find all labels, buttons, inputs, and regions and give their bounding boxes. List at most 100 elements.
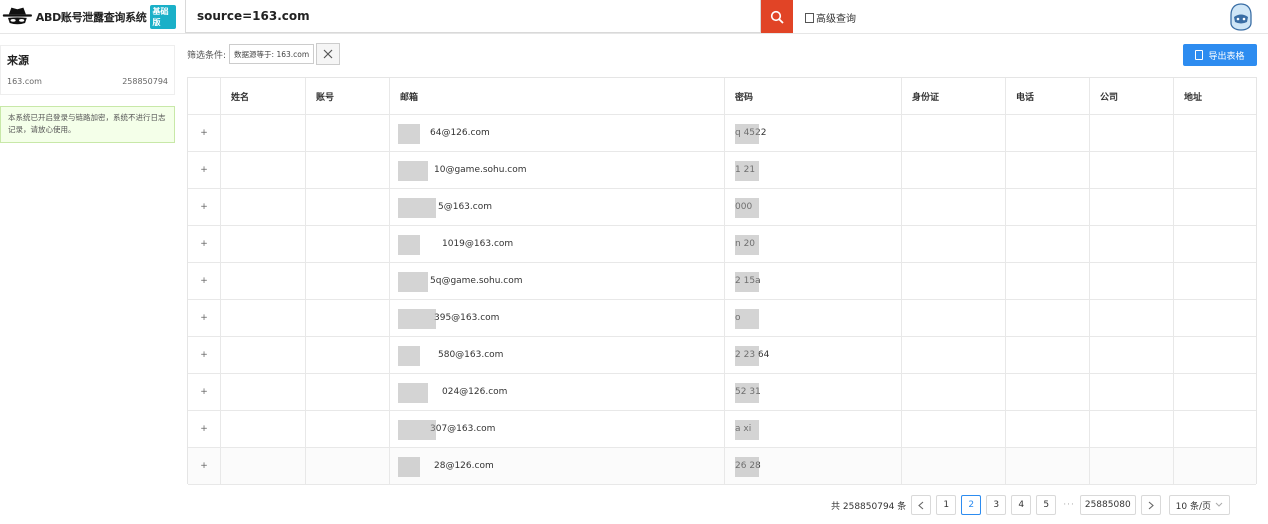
cell-address xyxy=(1174,226,1256,262)
page-size-value: 10 条/页 xyxy=(1175,501,1212,512)
cell-email: 5@163.com xyxy=(390,189,725,225)
search-button[interactable] xyxy=(761,0,793,33)
redaction-mask xyxy=(398,420,436,440)
cell-password: 000 xyxy=(725,189,902,225)
cell-expand[interactable]: + xyxy=(188,337,221,373)
security-notice: 本系统已开启登录与链路加密，系统不进行日志记录，请放心使用。 xyxy=(0,106,175,143)
cell-email: 1019@163.com xyxy=(390,226,725,262)
user-avatar-icon[interactable] xyxy=(1228,3,1254,31)
header-name: 姓名 xyxy=(221,78,306,114)
header-expand xyxy=(188,78,221,114)
header-password: 密码 xyxy=(725,78,902,114)
cell-account xyxy=(306,337,390,373)
cell-address xyxy=(1174,263,1256,299)
source-sidebar: 来源 163.com 258850794 xyxy=(0,45,175,95)
export-table-button[interactable]: 导出表格 xyxy=(1183,44,1257,66)
total-count: 共 258850794 条 xyxy=(831,501,907,512)
prev-page-button[interactable] xyxy=(911,495,932,515)
redaction-mask xyxy=(735,383,759,403)
next-page-button[interactable] xyxy=(1140,495,1161,515)
cell-name xyxy=(221,411,306,447)
table-row: +28@126.com 26 28 xyxy=(188,448,1256,485)
cell-id-card xyxy=(902,411,1006,447)
source-item[interactable]: 163.com 258850794 xyxy=(7,77,168,86)
cell-account xyxy=(306,152,390,188)
redaction-mask xyxy=(398,346,420,366)
cell-phone xyxy=(1006,300,1090,336)
header-account: 账号 xyxy=(306,78,390,114)
cell-address xyxy=(1174,374,1256,410)
redaction-mask xyxy=(735,161,759,181)
filter-label: 筛选条件: xyxy=(187,50,227,61)
redaction-mask xyxy=(398,124,420,144)
page-5[interactable]: 5 xyxy=(1036,495,1057,515)
cell-address xyxy=(1174,189,1256,225)
redaction-mask xyxy=(735,309,759,329)
cell-account xyxy=(306,411,390,447)
table-row: +64@126.com q 4522 xyxy=(188,115,1256,152)
advanced-search-link[interactable]: 高级查询 xyxy=(805,10,856,25)
source-name: 163.com xyxy=(7,77,42,86)
cell-expand[interactable]: + xyxy=(188,374,221,410)
filter-tag[interactable]: 数据源等于: 163.com xyxy=(229,44,315,64)
filter-icon xyxy=(805,12,814,23)
cell-email: 10@game.sohu.com xyxy=(390,152,725,188)
cell-address xyxy=(1174,448,1256,484)
cell-password: a xi xyxy=(725,411,902,447)
search-input[interactable] xyxy=(186,0,760,32)
document-icon xyxy=(1195,50,1204,60)
cell-name xyxy=(221,115,306,151)
cell-phone xyxy=(1006,374,1090,410)
search-field[interactable] xyxy=(185,0,761,33)
page-last[interactable]: 25885080 xyxy=(1079,495,1136,515)
page-ellipsis[interactable]: ··· xyxy=(1063,500,1075,510)
cell-expand[interactable]: + xyxy=(188,226,221,262)
cell-company xyxy=(1090,115,1174,151)
cell-id-card xyxy=(902,374,1006,410)
cell-expand[interactable]: + xyxy=(188,189,221,225)
cell-id-card xyxy=(902,263,1006,299)
cell-address xyxy=(1174,300,1256,336)
cell-expand[interactable]: + xyxy=(188,152,221,188)
redaction-mask xyxy=(735,346,759,366)
page-size-select[interactable]: 10 条/页 xyxy=(1168,495,1231,515)
cell-company xyxy=(1090,337,1174,373)
cell-name xyxy=(221,448,306,484)
hacker-mask-icon xyxy=(2,7,32,25)
cell-expand[interactable]: + xyxy=(188,411,221,447)
edition-badge: 基础版 xyxy=(149,5,176,29)
cell-company xyxy=(1090,263,1174,299)
cell-phone xyxy=(1006,337,1090,373)
source-title: 来源 xyxy=(7,54,29,67)
advanced-search-label: 高级查询 xyxy=(816,14,856,25)
page-3[interactable]: 3 xyxy=(986,495,1007,515)
cell-expand[interactable]: + xyxy=(188,448,221,484)
email-value: 307@163.com xyxy=(430,424,496,434)
cell-expand[interactable]: + xyxy=(188,263,221,299)
cell-address xyxy=(1174,152,1256,188)
page-1[interactable]: 1 xyxy=(936,495,957,515)
cell-phone xyxy=(1006,115,1090,151)
app-title: ABD账号泄露查询系统 xyxy=(35,11,147,24)
cell-company xyxy=(1090,448,1174,484)
app-logo[interactable]: ABD账号泄露查询系统 基础版 xyxy=(2,4,176,30)
cell-id-card xyxy=(902,152,1006,188)
cell-expand[interactable]: + xyxy=(188,115,221,151)
cell-phone xyxy=(1006,189,1090,225)
email-value: 5@163.com xyxy=(438,202,492,212)
email-value: 1019@163.com xyxy=(442,239,514,249)
page-2[interactable]: 2 xyxy=(961,495,982,515)
cell-expand[interactable]: + xyxy=(188,300,221,336)
table-header-row: 姓名 账号 邮箱 密码 身份证 电话 公司 地址 xyxy=(188,78,1256,115)
email-value: 28@126.com xyxy=(434,461,494,471)
header-id-card: 身份证 xyxy=(902,78,1006,114)
page-4[interactable]: 4 xyxy=(1011,495,1032,515)
cell-password: q 4522 xyxy=(725,115,902,151)
table-row: +5q@game.sohu.com 2 15a xyxy=(188,263,1256,300)
clear-filter-button[interactable] xyxy=(316,43,341,65)
cell-name xyxy=(221,152,306,188)
header-address: 地址 xyxy=(1184,92,1203,103)
redaction-mask xyxy=(735,198,759,218)
cell-password: 2 15a xyxy=(725,263,902,299)
cell-company xyxy=(1090,374,1174,410)
